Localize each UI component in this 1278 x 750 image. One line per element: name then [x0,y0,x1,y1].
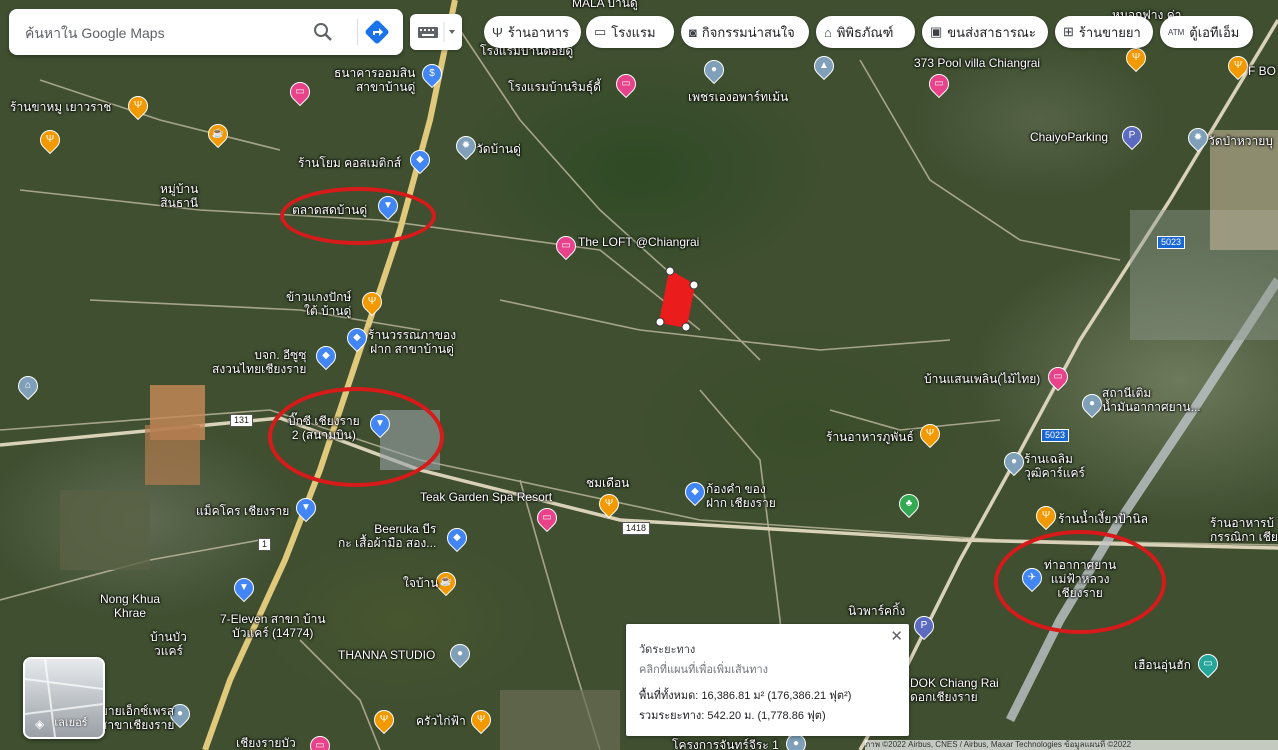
keyboard-icon [418,22,455,42]
place-label[interactable]: เฮือนอุ่นฮัก [1134,658,1191,672]
attractions-icon: ◙ [689,24,697,40]
hotels-icon: ▭ [594,24,607,39]
pharmacy-icon: ⊞ [1063,24,1074,39]
measure-distance: รวมระยะทาง: 542.20 ม. (1,778.86 ฟุต) [639,710,826,722]
place-label[interactable]: ข้าวแกงปักษ์ ใต้ บ้านดู่ [286,290,351,318]
measure-vertex[interactable] [681,322,691,332]
place-label[interactable]: ก้องคำ ของ ฝาก เชียงราย [706,482,776,510]
chip-label: ร้านขายยา [1078,24,1141,40]
chip-transit[interactable]: ▣ ขนส่งสาธารณะ [922,16,1048,48]
measure-vertex[interactable] [689,280,699,290]
measure-hint: คลิกที่แผนที่เพื่อเพิ่มเส้นทาง [639,664,768,676]
directions-icon [365,20,389,44]
place-label[interactable]: The LOFT @Chiangrai [578,235,699,249]
place-label[interactable]: วัดบ้านดู่ [476,142,521,156]
place-label[interactable]: Teak Garden Spa Resort [420,490,552,504]
place-label[interactable]: โรงแรมบ้านริมธุ์ดี้ [508,80,601,94]
place-label[interactable]: ChaiyoParking [1030,130,1108,144]
place-label[interactable]: ร้านวรรณภาของ ฝาก สาขาบ้านดู่ [368,328,456,356]
place-label[interactable]: ร้านขาหมู เยาวราช [10,100,111,114]
place-label[interactable]: เพชรเองอพาร์ทเม้น [688,90,788,104]
chip-label: พิพิธภัณฑ์ [836,24,894,40]
search-box [9,9,403,55]
place-label[interactable]: ร้านอาหารบ้ กรรณิกา เชีย [1210,516,1278,544]
place-label[interactable]: ตลาดสดบ้านดู่ [292,203,367,217]
place-label[interactable]: มายเอ็กซ์เพรส สาขาเชียงราย [100,704,174,732]
place-label[interactable]: ร้านโยม คอสเมติกส์ [298,156,401,170]
chip-pharmacy[interactable]: ⊞ ร้านขายยา [1055,16,1153,48]
chip-hotels[interactable]: ▭ โรงแรม [586,16,674,48]
chip-attractions[interactable]: ◙ กิจกรรมน่าสนใจ [681,16,809,48]
search-button[interactable] [309,18,337,46]
search-input[interactable] [23,20,307,46]
place-label[interactable]: นิวพาร์คกิ้ง [848,604,905,618]
place-label[interactable]: โครงการจันทร์จีระ 1 [672,738,779,750]
place-label[interactable]: ครัวไก่ฟ้า [416,714,466,728]
place-label[interactable]: THANNA STUDIO [338,648,435,662]
atm-icon: ATM [1168,27,1185,37]
chip-label: กิจกรรมน่าสนใจ [701,24,795,40]
road-shield: 1 [258,538,272,551]
chip-restaurants[interactable]: Ψ ร้านอาหาร [484,16,581,48]
road-shield: 5023 [1157,236,1186,249]
place-label[interactable]: ท่าอากาศยาน แม่ฟ้าหลวง เชียงราย [1044,558,1116,600]
chip-label: ขนส่งสาธารณะ [947,24,1036,40]
area-label: Nong Khua Khrae [100,592,161,620]
measure-vertex[interactable] [665,266,675,276]
area-label: หมู่บ้าน สินธานี [160,182,199,210]
input-tools-button[interactable] [410,14,462,50]
search-icon [314,23,332,41]
divider [357,19,358,45]
chip-label: ตู้เอทีเอ็ม [1189,24,1240,40]
chip-atm[interactable]: ATM ตู้เอทีเอ็ม [1160,16,1253,48]
place-label[interactable]: DOK Chiang Rai ดอกเชียงราย [910,676,999,704]
place-label[interactable]: ธนาคารออมสิน สาขาบ้านดู่ [334,66,415,94]
place-label[interactable]: ร้านอาหารภูพันธ์ [826,430,914,444]
place-label[interactable]: 7-Eleven สาขา บ้าน บัวแคร์ (14774) [220,612,326,640]
chip-label: โรงแรม [611,24,656,40]
place-label[interactable]: บจก. อีซูซุ สงวนไทยเชียงราย [212,348,306,376]
road-shield: 5023 [1041,429,1070,442]
layers-label: เลเยอร์ [54,717,88,729]
restaurants-icon: Ψ [492,24,503,40]
place-label[interactable]: 373 Pool villa Chiangrai [914,56,1040,70]
chip-label: ร้านอาหาร [507,24,570,40]
place-label[interactable]: ร้านเฉลิม วุฒิคาร์แคร์ [1024,452,1085,480]
place-label[interactable]: ใจบ้าน [403,576,438,590]
measure-distance-panel: วัดระยะทาง คลิกที่แผนที่เพื่อเพิ่มเส้นทา… [626,624,909,736]
place-label[interactable]: ร้านน้ำเงี้ยวป้านิล [1058,512,1148,526]
place-label[interactable]: สถานีเติม น้ำมันอากาศยาน... [1102,386,1201,414]
place-label[interactable]: Beeruka บีร กะ เสื้อผ้ามือ สอง... [338,522,436,550]
chip-museums[interactable]: ⌂ พิพิธภัณฑ์ [816,16,915,48]
place-label[interactable]: แม็คโคร เชียงราย [196,504,289,518]
measured-area-polygon[interactable] [658,269,696,329]
road-shield: 1418 [622,522,651,535]
layers-button[interactable]: ◈ เลเยอร์ [23,657,105,739]
place-label[interactable]: เชียงรายบัว [236,736,296,750]
map-attribution[interactable]: ภาพ ©2022 Airbus, CNES / Airbus, Maxar T… [865,740,1278,750]
close-icon[interactable]: ✕ [890,627,903,645]
place-label[interactable]: ชมเดือน [586,476,629,490]
place-label[interactable]: MALA บ้านดู่ [572,0,638,10]
museums-icon: ⌂ [824,24,832,40]
measure-title: วัดระยะทาง [639,644,696,656]
transit-icon: ▣ [930,24,943,39]
measure-area: พื้นที่ทั้งหมด: 16,386.81 ม² (176,386.21… [639,690,852,702]
directions-button[interactable] [363,18,391,46]
road-shield: 131 [230,414,254,427]
place-label[interactable]: F BO [1248,64,1276,78]
area-label: บ้านบัว วแคร์ [150,630,187,658]
place-label[interactable]: บ้านแสนเพลิน(ไม้ไทย) [924,372,1040,386]
place-label[interactable]: วัดป่าหวายบุ [1208,134,1273,148]
place-label[interactable]: บิ๊กซี เชียงราย 2 (สนามบิน) [288,414,360,442]
measure-vertex[interactable] [655,317,665,327]
